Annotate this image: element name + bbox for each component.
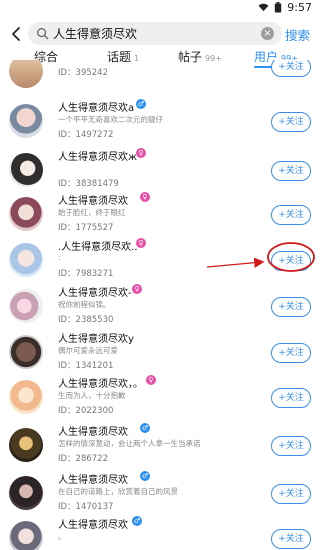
search-input[interactable]: 人生得意须尽欢 × <box>28 22 282 45</box>
avatar <box>9 521 43 550</box>
avatar <box>9 289 43 323</box>
user-row[interactable]: 人生得意须尽欢，。 ♀ 生而为人，十分抱歉 ID：2022300 +关注 <box>0 374 320 420</box>
user-name: 人生得意须尽欢，。 <box>58 379 143 390</box>
follow-button[interactable]: +关注 <box>271 60 311 77</box>
follow-button[interactable]: +关注 <box>271 436 311 456</box>
user-row[interactable]: ID：395242 +关注 <box>0 60 320 100</box>
follow-button[interactable]: +关注 <box>271 205 311 225</box>
user-id: ID：1497272 <box>58 130 114 140</box>
user-id: ID：395242 <box>58 68 108 78</box>
user-row[interactable]: 人生得意须尽欢 ♂ 在自己的道路上，欣赏着自己的风景 ID：1470137 +关… <box>0 470 320 516</box>
search-button[interactable]: 搜索 <box>285 25 310 44</box>
user-row[interactable]: .人生得意须尽欢.. ♀ : ID：7983271 +关注 <box>0 237 320 283</box>
user-name: 人生得意须尽欢y <box>58 334 134 345</box>
user-name: 人生得意须尽欢- <box>58 288 132 299</box>
user-row[interactable]: 人生得意须尽欢 ♀ 始于脸红，终于眼红 ID：1775527 +关注 <box>0 191 320 237</box>
user-name: .人生得意须尽欢.. <box>58 242 138 253</box>
clear-icon[interactable]: × <box>261 27 274 40</box>
wifi-icon <box>258 3 269 12</box>
avatar <box>9 243 43 277</box>
follow-button[interactable]: +关注 <box>271 251 311 271</box>
user-id: ID：7983271 <box>58 269 114 279</box>
user-id: ID：2022300 <box>58 406 114 416</box>
user-bio: 祝你前程似锦。 <box>58 300 111 309</box>
avatar <box>9 476 43 510</box>
user-id: ID：38381479 <box>58 179 119 189</box>
user-name: 人生得意须尽欢ж <box>58 152 138 163</box>
gender-female-icon: ♀ <box>136 238 146 248</box>
user-bio: 怎样的情深意动，会让两个人拿一生当承诺 <box>58 439 201 448</box>
user-bio: : <box>58 253 61 262</box>
user-bio: 。 <box>58 532 66 541</box>
follow-button[interactable]: +关注 <box>271 161 311 181</box>
avatar <box>9 197 43 231</box>
search-bar: 人生得意须尽欢 × 搜索 <box>0 22 320 46</box>
user-id: ID：1470137 <box>58 502 114 512</box>
gender-female-icon: ♀ <box>136 148 146 158</box>
user-name: 人生得意须尽欢 <box>58 196 128 207</box>
gender-female-icon: ♀ <box>140 192 150 202</box>
back-arrow-icon[interactable] <box>8 24 26 44</box>
gender-male-icon: ♂ <box>132 516 142 526</box>
gender-male-icon: ♂ <box>140 423 150 433</box>
user-name: 人生得意须尽欢 <box>58 475 128 486</box>
gender-female-icon: ♀ <box>132 284 142 294</box>
user-row[interactable]: 人生得意须尽欢 ♂ 怎样的情深意动，会让两个人拿一生当承诺 ID：286722 … <box>0 422 320 468</box>
follow-button[interactable]: +关注 <box>271 484 311 504</box>
follow-button[interactable]: +关注 <box>271 112 311 132</box>
gender-male-icon: ♂ <box>136 99 146 109</box>
gender-male-icon: ♂ <box>140 471 150 481</box>
user-name: 人生得意须尽欢 <box>58 427 128 438</box>
user-id: ID：1775527 <box>58 223 114 233</box>
status-time: 9:57 <box>287 1 312 14</box>
user-list: ID：395242 +关注 人生得意须尽欢a ♂ 一个平平无奇喜欢二次元的靓仔 … <box>0 60 320 550</box>
user-row[interactable]: 人生得意须尽欢a ♂ 一个平平无奇喜欢二次元的靓仔 ID：1497272 +关注 <box>0 98 320 144</box>
user-id: ID：1341201 <box>58 361 114 371</box>
follow-button[interactable]: +关注 <box>271 297 311 317</box>
search-icon <box>37 28 49 40</box>
user-bio: 偶尔可爱永远可爱 <box>58 346 118 355</box>
user-id: ID：2385530 <box>58 315 114 325</box>
user-row[interactable]: 人生得意须尽欢y 偶尔可爱永远可爱 ID：1341201 +关注 <box>0 329 320 375</box>
user-bio: 生而为人，十分抱歉 <box>58 391 126 400</box>
user-bio: 始于脸红，终于眼红 <box>58 208 126 217</box>
user-id: ID：286722 <box>58 454 108 464</box>
status-icons: 9:57 <box>258 1 312 14</box>
avatar <box>9 153 43 187</box>
user-row[interactable]: 人生得意须尽欢- ♀ 祝你前程似锦。 ID：2385530 +关注 <box>0 283 320 329</box>
avatar <box>9 335 43 369</box>
user-bio: 一个平平无奇喜欢二次元的靓仔 <box>58 115 163 124</box>
user-bio: 在自己的道路上，欣赏着自己的风景 <box>58 487 178 496</box>
avatar <box>9 60 43 88</box>
search-query: 人生得意须尽欢 <box>53 27 138 41</box>
avatar <box>9 380 43 414</box>
gender-female-icon: ♀ <box>146 375 156 385</box>
follow-button[interactable]: +关注 <box>271 343 311 363</box>
user-name: 人生得意须尽欢 <box>58 520 128 531</box>
follow-button[interactable]: +关注 <box>271 388 311 408</box>
avatar <box>9 428 43 462</box>
avatar <box>9 104 43 138</box>
user-name: 人生得意须尽欢a <box>58 103 135 114</box>
status-bar: 9:57 <box>0 0 320 18</box>
user-row[interactable]: 人生得意须尽欢ж ♀ ID：38381479 +关注 <box>0 147 320 193</box>
follow-button[interactable]: +关注 <box>271 529 311 549</box>
user-row[interactable]: 人生得意须尽欢 ♂ 。 +关注 <box>0 515 320 550</box>
battery-icon <box>275 2 282 13</box>
